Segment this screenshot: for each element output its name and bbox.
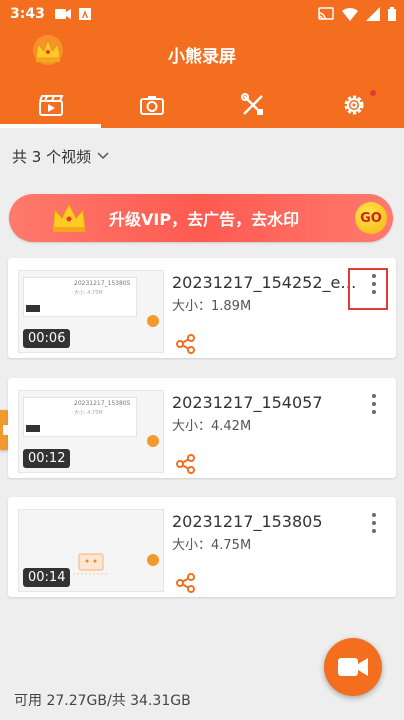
thumbnail-badge	[26, 425, 40, 432]
status-time: 3:43	[10, 6, 45, 22]
battery-icon	[388, 7, 396, 21]
video-filter-dropdown[interactable]: 共 3 个视频	[0, 136, 404, 176]
camera-icon	[139, 96, 164, 115]
video-name: 20231217_154057	[172, 393, 323, 412]
wifi-icon	[342, 8, 358, 21]
video-card-3[interactable]: 00:14 20231217_153805 大小：4.75M	[8, 497, 396, 597]
tab-settings[interactable]	[303, 82, 404, 128]
thumbnail-size: 大小: 4.75M	[74, 410, 103, 416]
status-bar: 3:43	[0, 0, 404, 28]
video-duration: 00:14	[23, 568, 71, 587]
record-fab-button[interactable]	[324, 638, 382, 696]
video-duration: 00:12	[23, 449, 71, 468]
cast-icon	[318, 7, 334, 20]
tab-tools[interactable]	[202, 82, 303, 128]
video-count-label: 共 3 个视频	[12, 147, 92, 166]
thumbnail-preview: 20231217_153805 大小: 4.75M	[23, 277, 137, 317]
video-size: 大小：1.89M	[172, 299, 252, 314]
video-size: 大小：4.42M	[172, 419, 252, 434]
tab-screenshot[interactable]	[101, 82, 202, 128]
status-right-icons	[318, 7, 396, 21]
video-thumbnail[interactable]: 20231217_153805 大小: 4.75M 00:12	[18, 390, 164, 473]
video-name: 20231217_153805	[172, 512, 323, 531]
chevron-down-icon	[97, 152, 109, 160]
app-title: 小熊录屏	[168, 47, 236, 67]
tab-videos[interactable]	[0, 82, 101, 128]
storage-info: 可用 27.27GB/共 34.31GB	[14, 693, 191, 709]
video-name: 20231217_154252_edit...	[172, 273, 362, 292]
main-tabs	[0, 82, 404, 128]
video-size: 大小：4.75M	[172, 538, 252, 553]
go-button[interactable]: GO	[355, 202, 387, 234]
thumbnail-title: 20231217_153805	[74, 280, 131, 287]
thumbnail-size: 大小: 4.75M	[74, 290, 103, 296]
banner-text: 升级VIP，去广告，去水印	[109, 210, 300, 229]
more-options-icon[interactable]	[370, 513, 378, 535]
notification-dot	[370, 90, 376, 96]
video-camera-icon	[54, 9, 71, 19]
thumbnail-badge	[26, 305, 40, 312]
share-icon[interactable]	[176, 573, 196, 593]
highlight-box	[348, 268, 388, 310]
app-bar: 小熊录屏	[0, 28, 404, 128]
video-card-2[interactable]: 20231217_153805 大小: 4.75M 00:12 20231217…	[8, 378, 396, 478]
gear-icon	[344, 95, 363, 115]
tools-icon	[240, 93, 263, 115]
thumbnail-title: 20231217_153805	[74, 400, 131, 407]
video-card-1[interactable]: 20231217_153805 大小: 4.75M 00:06 20231217…	[8, 258, 396, 358]
thumbnail-menu-dot	[147, 315, 159, 327]
share-icon[interactable]	[176, 454, 196, 474]
thumbnail-menu-dot	[147, 435, 159, 447]
video-thumbnail[interactable]: 20231217_153805 大小: 4.75M 00:06	[18, 270, 164, 353]
video-record-icon	[338, 658, 368, 676]
signal-icon	[366, 7, 380, 21]
more-options-icon[interactable]	[370, 394, 378, 416]
crown-icon	[52, 202, 86, 232]
status-left-icons	[54, 8, 91, 20]
a-notification-icon	[78, 8, 91, 20]
video-thumbnail[interactable]: 00:14	[18, 509, 164, 592]
empty-state-icon	[73, 553, 109, 575]
video-duration: 00:06	[23, 329, 71, 348]
thumbnail-menu-dot	[147, 554, 159, 566]
video-clapper-icon	[38, 95, 63, 116]
thumbnail-preview: 20231217_153805 大小: 4.75M	[23, 397, 137, 437]
share-icon[interactable]	[176, 334, 196, 354]
vip-upgrade-banner[interactable]: 升级VIP，去广告，去水印 GO	[9, 194, 393, 242]
